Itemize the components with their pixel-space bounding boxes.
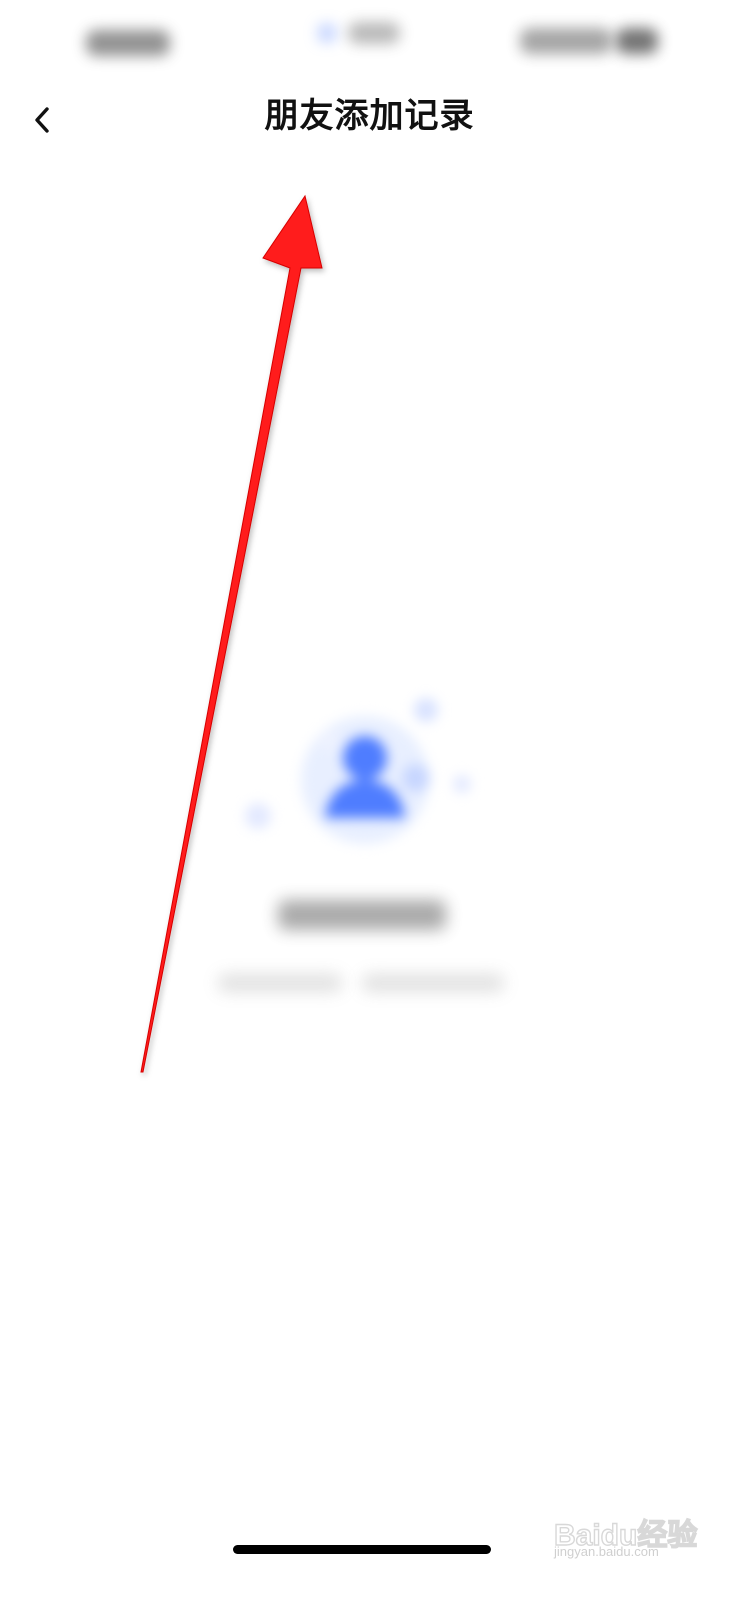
page-title: 朋友添加记录 <box>264 96 475 136</box>
empty-state-illustration <box>230 680 500 880</box>
status-time-blurred <box>86 30 170 56</box>
empty-state-subtitle-right <box>362 974 504 992</box>
navigation-bar: 朋友添加记录 <box>0 86 739 150</box>
status-signal-blurred <box>520 28 612 54</box>
user-avatar-icon <box>245 698 471 844</box>
status-center-blurred <box>348 22 400 44</box>
status-center-icon <box>318 24 336 42</box>
empty-state-title <box>278 900 446 930</box>
watermark-url: jingyan.baidu.com <box>554 1544 659 1559</box>
empty-state-subtitle-left <box>218 974 342 992</box>
status-bar <box>0 0 739 86</box>
baidu-watermark: Baidu经验 jingyan.baidu.com <box>553 1500 704 1560</box>
home-indicator[interactable] <box>233 1545 491 1554</box>
battery-icon <box>616 28 658 54</box>
